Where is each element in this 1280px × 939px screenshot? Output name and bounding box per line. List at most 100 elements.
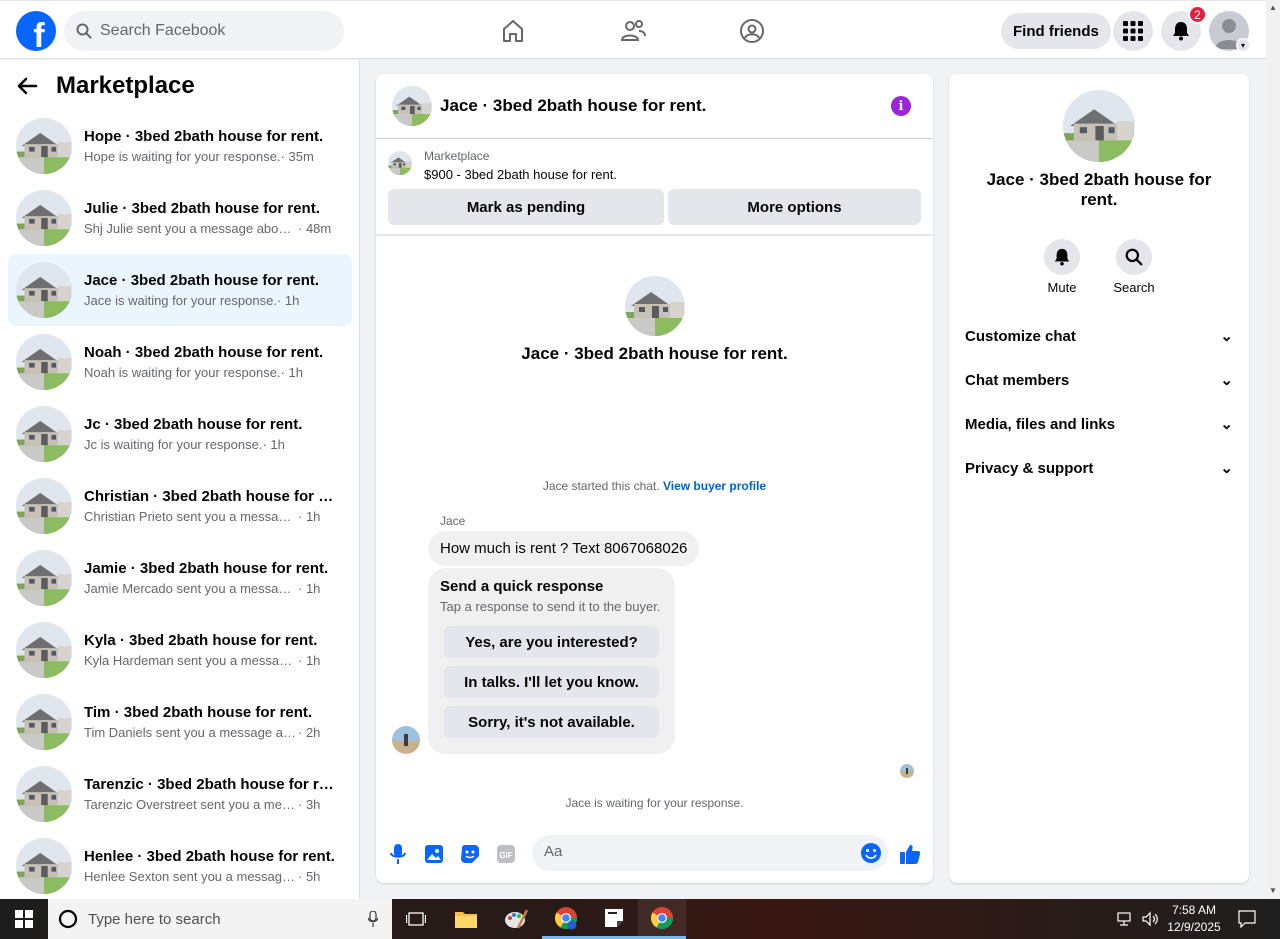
photo-icon[interactable]	[422, 842, 446, 866]
clock-time: 7:58 AM	[1171, 903, 1217, 917]
notifications-button[interactable]: 2	[1161, 5, 1207, 51]
scroll-down-arrow[interactable]: ▼	[1266, 883, 1280, 897]
sticker-icon[interactable]	[458, 842, 482, 866]
conversation-time: · 48m	[298, 221, 332, 236]
search-conversation-button[interactable]: Search	[1104, 239, 1164, 295]
info-icon[interactable]: i	[891, 96, 911, 116]
volume-icon[interactable]	[1141, 909, 1161, 929]
listing-thumbnail[interactable]	[392, 86, 432, 126]
find-friends-button[interactable]: Find friends	[1001, 13, 1111, 49]
conversation-item[interactable]: Kyla · 3bed 2bath house for rent. Kyla Ha…	[8, 614, 352, 686]
chevron-down-icon: ⌄	[1220, 372, 1233, 389]
chat-pane: Jace · 3bed 2bath house for rent. i Mark…	[376, 74, 933, 883]
friends-icon[interactable]	[615, 13, 651, 49]
message-bubble[interactable]: How much is rent ? Text 8067068026	[428, 531, 700, 566]
mark-as-pending-button[interactable]: Mark as pending	[388, 189, 664, 225]
conversation-time: · 1h	[298, 581, 321, 596]
conversation-item[interactable]: Jamie · 3bed 2bath house for rent. Jamie …	[8, 542, 352, 614]
sender-avatar[interactable]	[392, 726, 420, 754]
groups-icon[interactable]	[734, 13, 770, 49]
notification-center-icon[interactable]	[1237, 909, 1257, 929]
started-text: Jace started this chat.	[542, 479, 660, 493]
search-input[interactable]	[100, 22, 320, 40]
scroll-up-arrow[interactable]: ▲	[1266, 0, 1280, 14]
listing-small-thumbnail[interactable]	[388, 151, 412, 175]
gif-icon[interactable]: GIF	[494, 842, 518, 866]
conversation-item[interactable]: Noah · 3bed 2bath house for rent. Noah is…	[8, 326, 352, 398]
seen-indicator-avatar	[900, 764, 914, 778]
mute-button[interactable]: Mute	[1032, 239, 1092, 295]
section-label: Customize chat	[965, 327, 1076, 345]
conversation-thumbnail	[16, 550, 72, 606]
conversation-preview: Henlee Sexton sent you a message ab...	[84, 869, 298, 884]
microphone-icon[interactable]	[386, 842, 410, 866]
chat-members-section[interactable]: Chat members ⌄	[965, 362, 1233, 398]
chat-started-notice: Jace started this chat. View buyer profi…	[376, 479, 933, 493]
conversation-title: Tim · 3bed 2bath house for rent.	[84, 704, 313, 721]
conversation-item[interactable]: Tarenzic · 3bed 2bath house for re... Tar…	[8, 758, 352, 830]
menu-button[interactable]	[1113, 11, 1153, 51]
conversation-item[interactable]: Tim · 3bed 2bath house for rent. Tim Dani…	[8, 686, 352, 758]
conversation-item[interactable]: Hope · 3bed 2bath house for rent. Hope is…	[8, 110, 352, 182]
conversation-item[interactable]: Christian · 3bed 2bath house for re... Ch…	[8, 470, 352, 542]
conversation-thumbnail	[16, 334, 72, 390]
system-clock[interactable]: 7:58 AM 12/9/2025	[1164, 902, 1224, 936]
chevron-down-icon: ⌄	[1220, 328, 1233, 345]
back-arrow-icon[interactable]	[16, 75, 38, 97]
quick-response-not-available-button[interactable]: Sorry, it's not available.	[444, 706, 659, 738]
chrome-browser-icon[interactable]	[638, 899, 686, 939]
conversation-item[interactable]: Jace · 3bed 2bath house for rent. Jace is…	[8, 254, 352, 326]
customize-chat-section[interactable]: Customize chat ⌄	[965, 318, 1233, 354]
chevron-down-icon[interactable]: ▾	[1236, 38, 1250, 52]
message-input[interactable]	[544, 843, 844, 860]
chrome-profile-icon[interactable]	[542, 899, 590, 939]
sticky-notes-icon[interactable]	[590, 899, 638, 939]
like-thumbs-up-icon[interactable]	[898, 842, 922, 866]
conversation-time: · 1h	[262, 437, 285, 452]
view-buyer-profile-link[interactable]: View buyer profile	[663, 479, 766, 493]
conversation-title: Jc · 3bed 2bath house for rent.	[84, 416, 303, 433]
facebook-logo[interactable]: f	[16, 11, 56, 51]
facebook-search[interactable]	[64, 11, 344, 51]
chat-title[interactable]: Jace · 3bed 2bath house for rent.	[440, 96, 706, 116]
conversation-item[interactable]: Julie · 3bed 2bath house for rent. Shj Ju…	[8, 182, 352, 254]
task-view-icon[interactable]	[392, 899, 440, 939]
info-listing-thumbnail[interactable]	[1063, 90, 1135, 162]
conversation-thumbnail	[16, 406, 72, 462]
message-input-field[interactable]	[532, 835, 888, 871]
intro-thumbnail	[625, 276, 685, 336]
message-composer: GIF	[376, 832, 933, 882]
conversation-thumbnail	[16, 478, 72, 534]
privacy-support-section[interactable]: Privacy & support ⌄	[965, 450, 1233, 486]
conversation-title: Julie · 3bed 2bath house for rent.	[84, 200, 320, 217]
quick-response-yes-button[interactable]: Yes, are you interested?	[444, 626, 659, 658]
network-icon[interactable]	[1116, 909, 1136, 929]
conversation-time: · 1h	[276, 293, 300, 308]
conversation-item[interactable]: Jc · 3bed 2bath house for rent. Jc is wai…	[8, 398, 352, 470]
conversation-title: Henlee · 3bed 2bath house for rent.	[84, 848, 335, 865]
home-icon[interactable]	[495, 13, 531, 49]
conversation-item[interactable]: Henlee · 3bed 2bath house for rent. Henle…	[8, 830, 352, 899]
file-explorer-icon[interactable]	[442, 899, 490, 939]
emoji-icon[interactable]	[860, 842, 882, 864]
conversation-preview: Hope is waiting for your response.	[84, 149, 281, 164]
more-options-button[interactable]: More options	[668, 189, 921, 225]
taskbar-search[interactable]	[48, 899, 392, 939]
conversation-preview: Shj Julie sent you a message about ...	[84, 221, 298, 236]
page-scrollbar[interactable]: ▲ ▼	[1266, 0, 1280, 899]
listing-price[interactable]: $900 - 3bed 2bath house for rent.	[424, 167, 617, 182]
conversation-preview: Christian Prieto sent you a message a...	[84, 509, 298, 524]
windows-start-button[interactable]	[0, 899, 48, 939]
taskbar-search-input[interactable]	[88, 910, 338, 928]
conversation-time: · 35m	[280, 149, 314, 164]
conversation-title: Noah · 3bed 2bath house for rent.	[84, 344, 324, 361]
section-label: Media, files and links	[965, 415, 1116, 433]
quick-response-title: Send a quick response	[440, 578, 604, 595]
paint-app-icon[interactable]	[492, 899, 540, 939]
microphone-icon[interactable]	[368, 911, 378, 927]
conversation-thumbnail	[16, 190, 72, 246]
quick-response-in-talks-button[interactable]: In talks. I'll let you know.	[444, 666, 659, 698]
conversation-thumbnail	[16, 622, 72, 678]
conversation-preview: Kyla Hardeman sent you a message a...	[84, 653, 298, 668]
media-files-links-section[interactable]: Media, files and links ⌄	[965, 406, 1233, 442]
